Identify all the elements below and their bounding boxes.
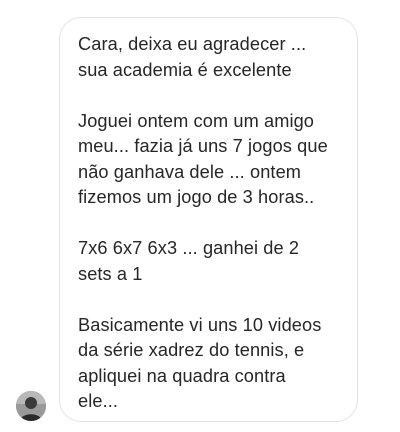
- profile-photo-icon: [16, 391, 46, 421]
- message-paragraph-1: Cara, deixa eu agradecer ... sua academi…: [78, 34, 307, 80]
- message-paragraph-2: Joguei ontem com um amigo meu... fazia j…: [78, 110, 328, 208]
- chat-thread: Cara, deixa eu agradecer ... sua academi…: [0, 0, 400, 432]
- message-paragraph-3: 7x6 6x7 6x3 ... ganhei de 2 sets a 1: [78, 238, 300, 284]
- sender-avatar[interactable]: [16, 391, 46, 421]
- message-bubble[interactable]: Cara, deixa eu agradecer ... sua academi…: [59, 17, 358, 422]
- message-paragraph-4: Basicamente vi uns 10 videos da série xa…: [78, 314, 322, 412]
